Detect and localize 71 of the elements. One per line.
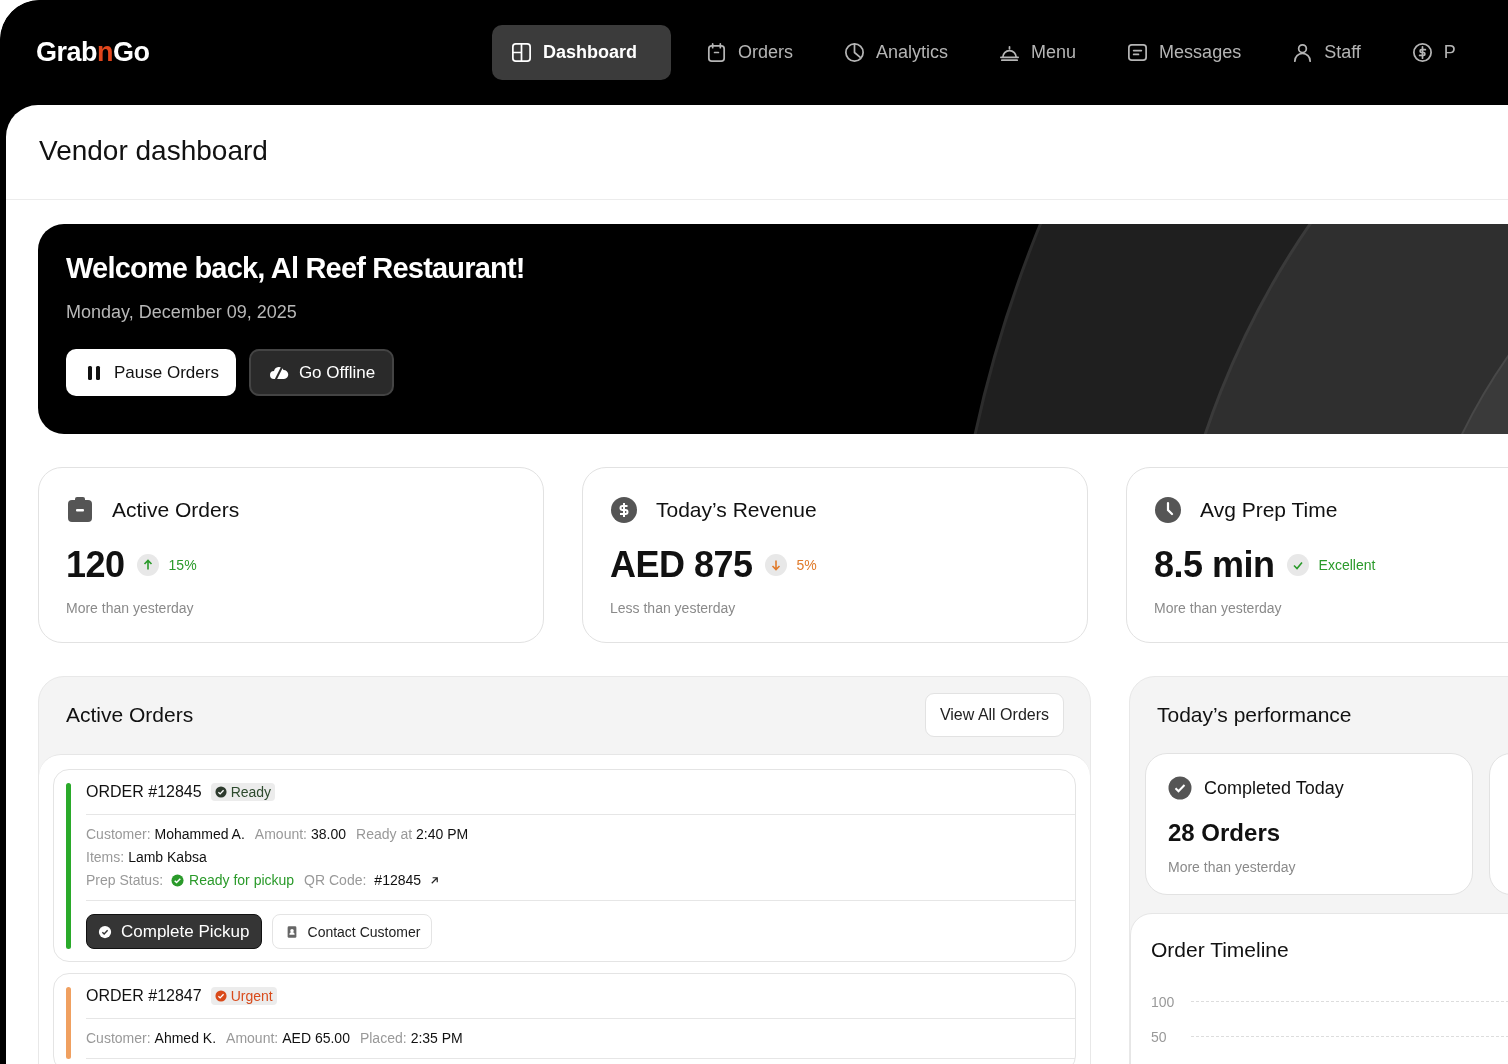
- stat-value: 8.5 min: [1154, 544, 1275, 586]
- stat-icon: [1154, 496, 1182, 524]
- section-title: Today’s performance: [1156, 702, 1353, 728]
- change-text: 5%: [796, 557, 817, 573]
- complete-button[interactable]: Complete Pickup: [86, 914, 262, 949]
- change-text: 15%: [168, 557, 197, 573]
- order-number: ORDER #12847: [86, 987, 202, 1005]
- field-value: 2:40 PM: [416, 826, 469, 842]
- field-label: QR Code:: [304, 872, 367, 888]
- field-value: Ahmed K.: [154, 1030, 217, 1046]
- stat-title: Active Orders: [112, 498, 240, 522]
- stat-note: More than yesterday: [66, 600, 195, 616]
- card-note: More than yesterday: [1168, 859, 1297, 875]
- field-value: AED 65.00: [282, 1030, 350, 1046]
- stat-value: 120: [66, 544, 125, 586]
- nav-tab[interactable]: Menu: [982, 25, 1093, 80]
- check-icon: [1168, 776, 1192, 800]
- card-title: Completed Today: [1204, 777, 1344, 799]
- logo[interactable]: GrabnGo: [36, 37, 492, 68]
- welcome-title: Welcome back, Al Reef Restaurant!: [66, 252, 526, 285]
- field-value: 2:35 PM: [410, 1030, 463, 1046]
- qr-link[interactable]: #12845: [374, 872, 441, 888]
- contact-button[interactable]: Contact Customer: [271, 914, 433, 949]
- field-label: Placed:: [359, 1030, 407, 1046]
- timeline-title: Order Timeline: [1151, 938, 1290, 962]
- field-label: Items:: [86, 849, 125, 865]
- check-icon: [214, 786, 227, 798]
- stat-value: AED 875: [610, 544, 753, 586]
- view-all-button[interactable]: View All Orders: [924, 693, 1064, 737]
- status-text: Ready for pickup: [171, 872, 295, 888]
- check-icon: [171, 873, 185, 887]
- nav-tab[interactable]: Staff: [1275, 25, 1377, 80]
- dollar-icon: [1410, 41, 1434, 64]
- status-badge: Ready: [210, 783, 276, 801]
- check-icon: [98, 924, 112, 939]
- change-text: Excellent: [1318, 557, 1376, 573]
- grid-icon: [510, 41, 533, 64]
- axis-label: 100: [1151, 993, 1175, 1010]
- check-icon: [214, 990, 227, 1002]
- date-text: Monday, December 09, 2025: [66, 302, 298, 323]
- field-label: Amount:: [254, 826, 307, 842]
- nav-tab[interactable]: Orders: [689, 25, 810, 80]
- nav-tab[interactable]: Analytics: [827, 25, 965, 80]
- nav-tab[interactable]: P: [1394, 25, 1472, 80]
- pie-chart-icon: [843, 41, 867, 64]
- stat-note: Less than yesterday: [610, 600, 737, 616]
- field-value: Lamb Kabsa: [128, 849, 207, 865]
- section-title: Active Orders: [66, 703, 194, 727]
- field-label: Customer:: [86, 1030, 151, 1046]
- page-title: Vendor dashboard: [38, 134, 269, 168]
- stat-title: Avg Prep Time: [1200, 498, 1338, 522]
- nav-tab[interactable]: Messages: [1110, 25, 1258, 80]
- field-label: Amount:: [226, 1030, 279, 1046]
- message-icon: [1126, 41, 1150, 64]
- offline-button[interactable]: Go Offline: [248, 349, 395, 396]
- field-label: Prep Status:: [86, 872, 164, 888]
- field-label: Ready at: [356, 826, 413, 842]
- stat-title: Today’s Revenue: [656, 498, 817, 522]
- axis-label: 50: [1151, 1028, 1168, 1045]
- card-value: 28 Orders: [1168, 819, 1282, 847]
- pause-button[interactable]: Pause Orders: [66, 349, 236, 396]
- stat-note: More than yesterday: [1154, 600, 1283, 616]
- field-value: Mohammed A.: [154, 826, 245, 842]
- nav-tab[interactable]: Dashboard: [492, 25, 672, 80]
- order-number: ORDER #12845: [86, 783, 202, 801]
- field-label: Customer:: [86, 826, 151, 842]
- external-link-icon: [429, 874, 441, 886]
- stat-icon: [610, 496, 638, 524]
- status-badge: Urgent: [210, 987, 277, 1005]
- field-value: 38.00: [311, 826, 347, 842]
- stat-icon: [66, 496, 94, 524]
